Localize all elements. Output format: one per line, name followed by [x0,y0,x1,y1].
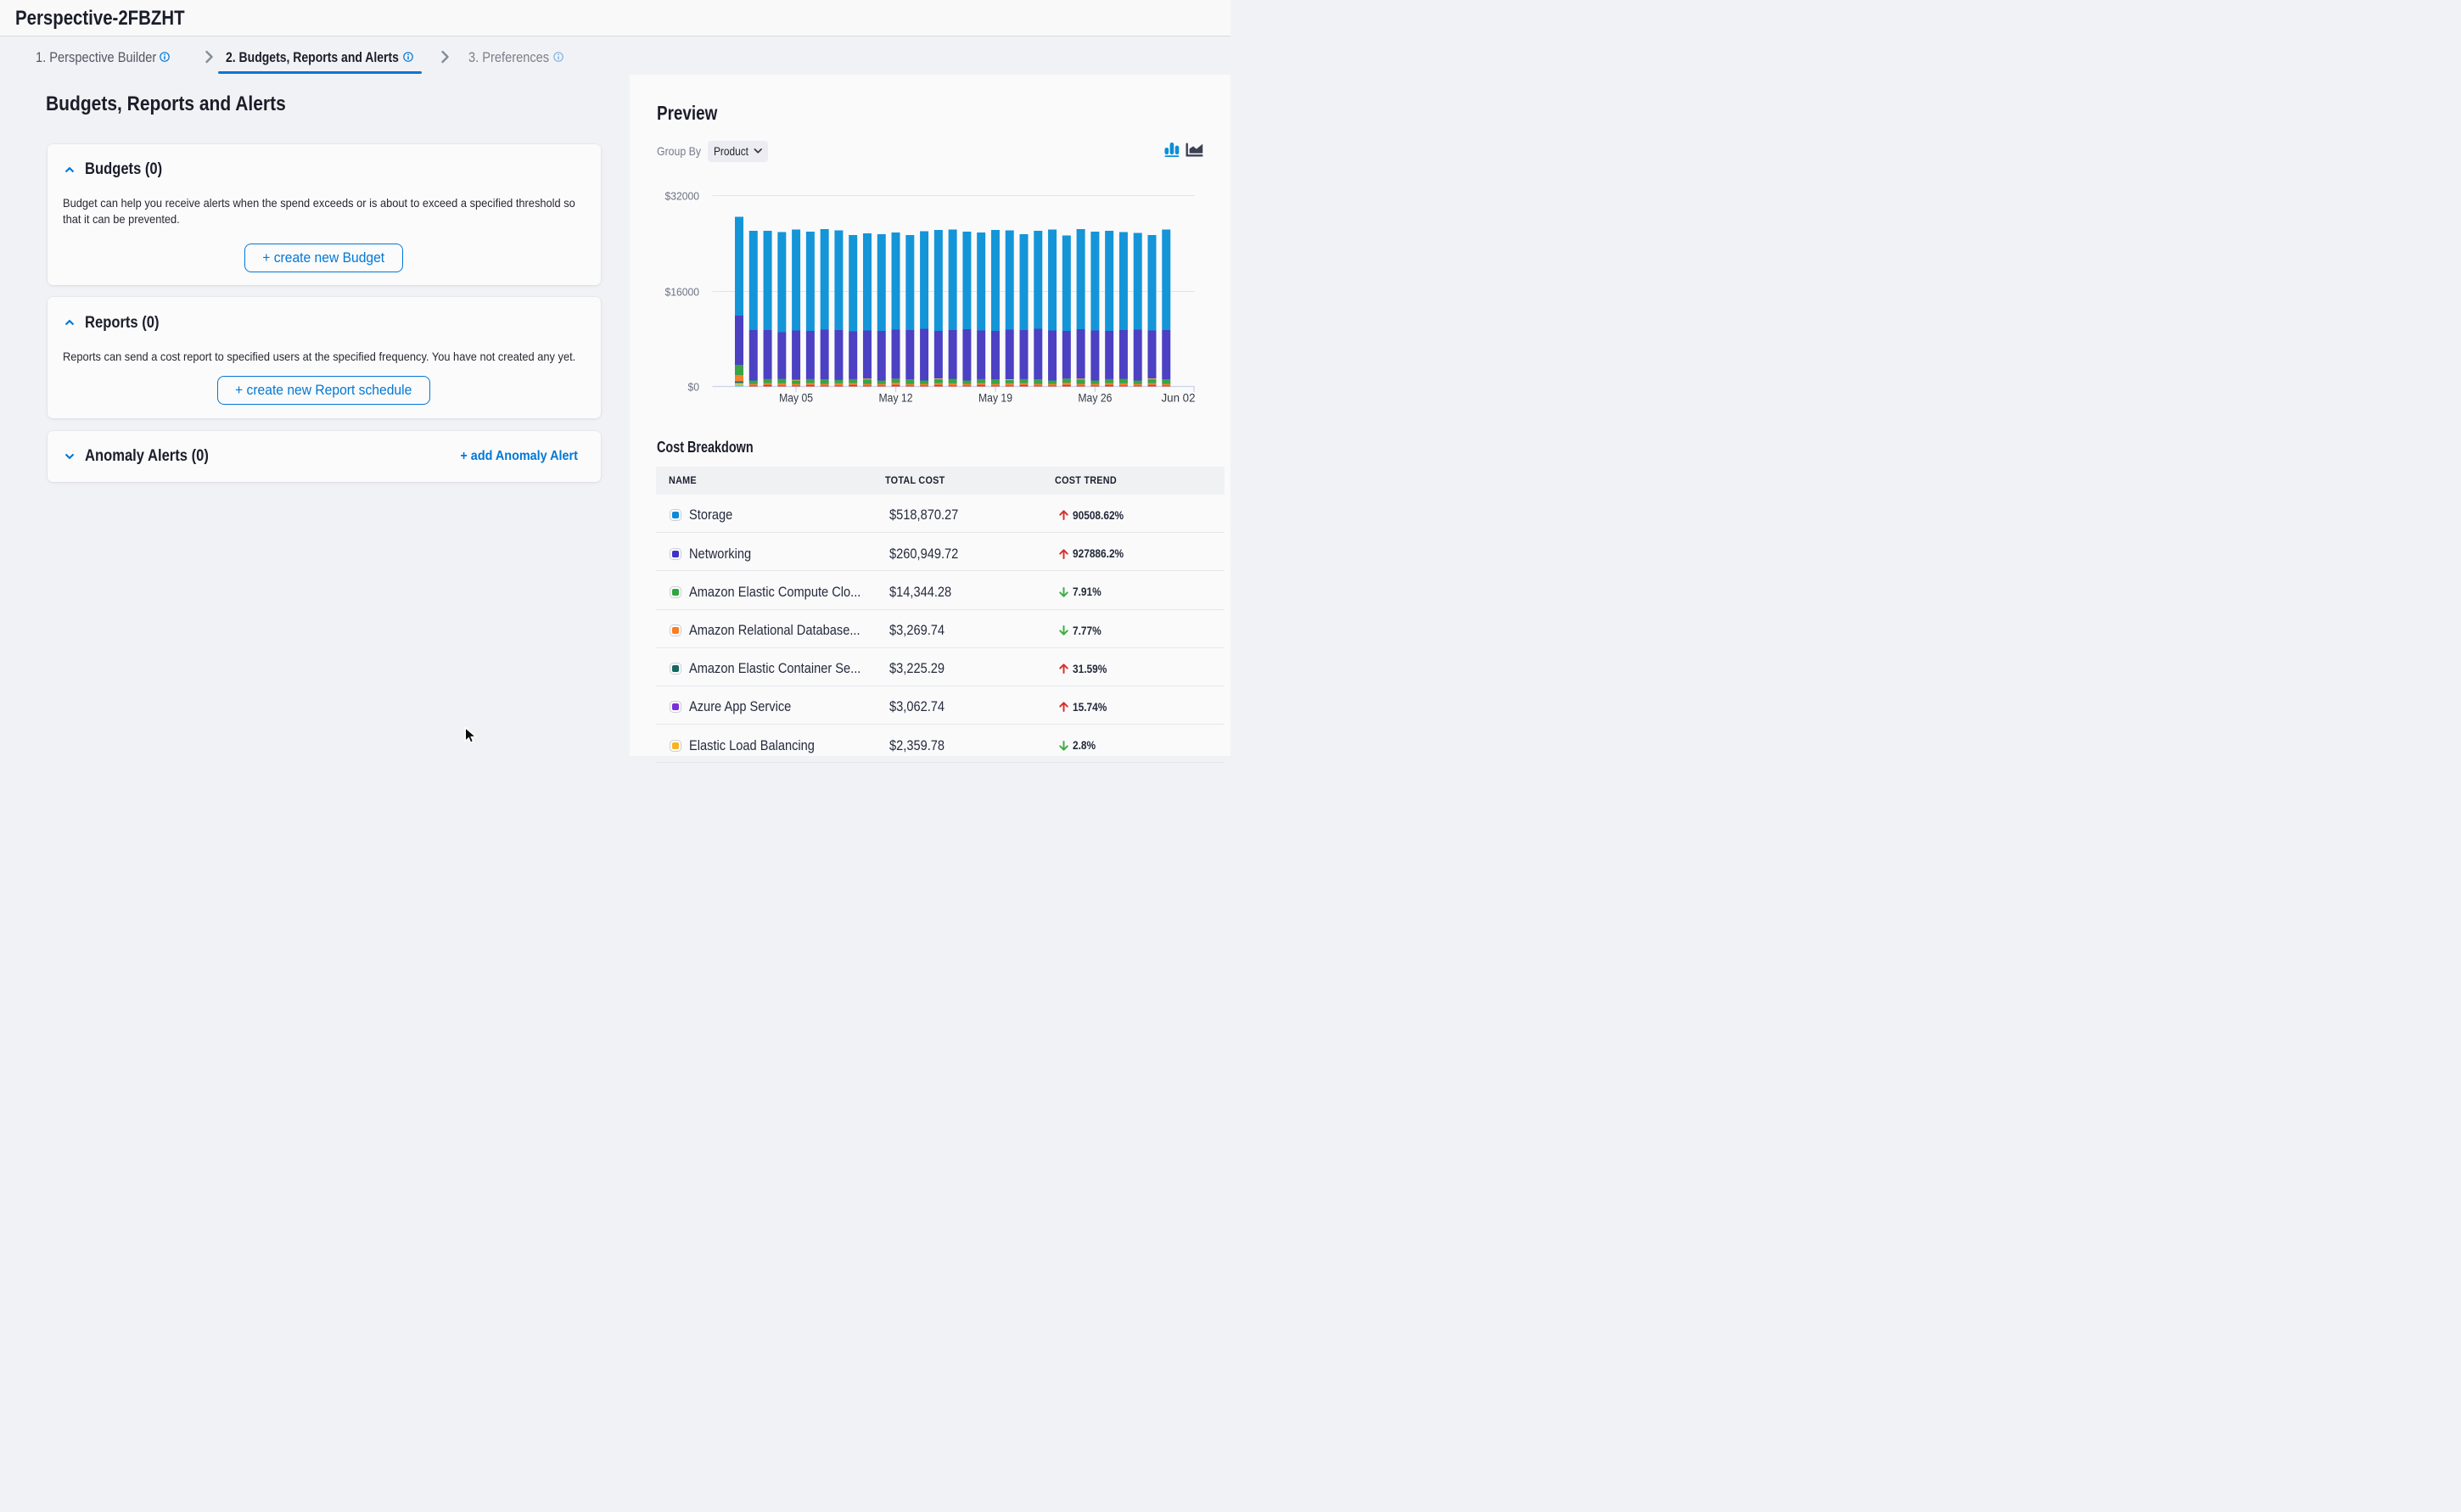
svg-text:May 26: May 26 [1078,392,1112,405]
svg-text:May 05: May 05 [779,392,813,405]
svg-text:$16000: $16000 [665,285,700,298]
svg-text:May 19: May 19 [978,392,1012,405]
svg-text:$32000: $32000 [665,191,700,202]
svg-text:$0: $0 [688,380,700,393]
svg-text:Jun 02: Jun 02 [1162,392,1196,405]
svg-text:May 12: May 12 [879,392,913,405]
